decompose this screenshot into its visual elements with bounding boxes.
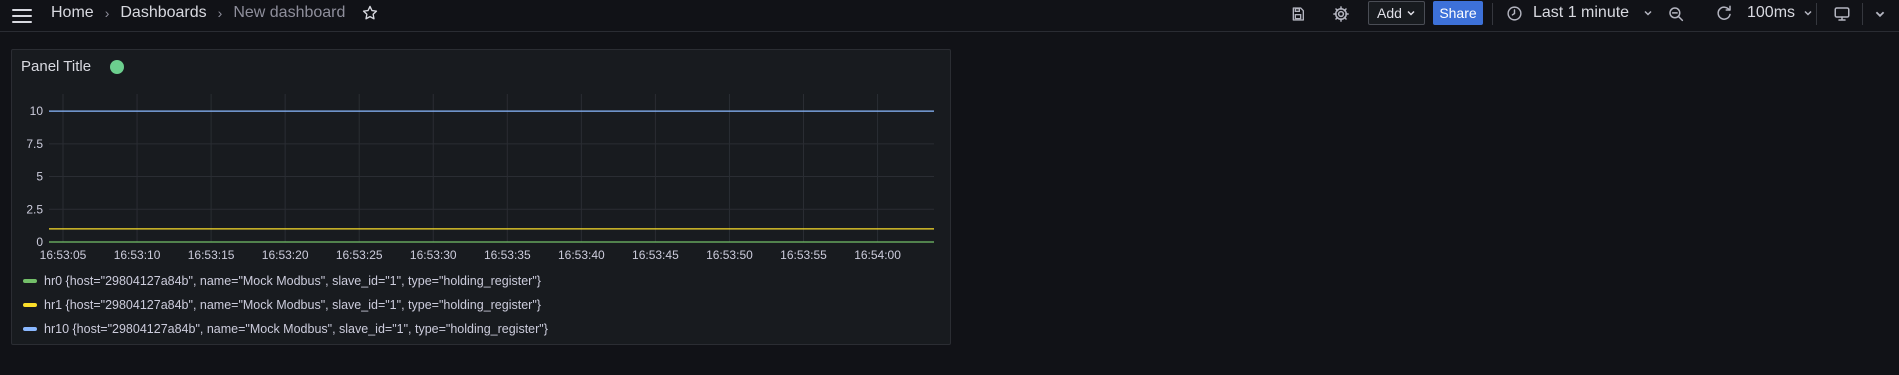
panel-title[interactable]: Panel Title	[21, 58, 91, 75]
chevron-right-icon: ›	[104, 5, 110, 21]
share-button[interactable]: Share	[1433, 1, 1483, 25]
chevron-down-icon	[1407, 10, 1415, 16]
legend-item[interactable]: hr1 {host="29804127a84b", name="Mock Mod…	[23, 293, 548, 317]
x-tick-label: 16:53:20	[262, 248, 309, 262]
x-tick-label: 16:53:50	[706, 248, 753, 262]
panel-status-indicator	[110, 60, 124, 74]
tv-mode-icon[interactable]	[1832, 4, 1852, 24]
chevron-down-icon[interactable]	[1870, 4, 1890, 24]
x-tick-label: 16:53:05	[40, 248, 87, 262]
zoom-out-icon[interactable]	[1666, 4, 1686, 24]
chevron-down-icon	[1804, 10, 1812, 16]
legend-swatch	[23, 327, 37, 331]
menu-icon[interactable]	[12, 6, 34, 26]
refresh-interval-label: 100ms	[1747, 4, 1796, 21]
save-icon[interactable]	[1288, 4, 1308, 24]
x-tick-label: 16:53:10	[114, 248, 161, 262]
add-button[interactable]: Add	[1368, 1, 1425, 25]
y-tick-label: 5	[36, 170, 43, 184]
time-series-chart[interactable]: 16:53:05 16:53:10 16:53:15 16:53:20 16:53:25…	[12, 90, 950, 268]
y-tick-label: 0	[36, 235, 43, 249]
x-tick-label: 16:53:35	[484, 248, 531, 262]
x-tick-label: 16:53:25	[336, 248, 383, 262]
chart-legend: hr0 {host="29804127a84b", name="Mock Mod…	[23, 269, 548, 341]
breadcrumb-home[interactable]: Home	[51, 4, 94, 22]
x-tick-label: 16:53:15	[188, 248, 235, 262]
refresh-icon	[1717, 5, 1731, 20]
chevron-down-icon	[1644, 10, 1652, 16]
x-tick-label: 16:54:00	[854, 248, 901, 262]
clock-icon	[1507, 5, 1522, 21]
top-navbar: Home › Dashboards › New dashboard Add Sh…	[0, 0, 1899, 32]
time-range-picker[interactable]: Last 1 minute	[1506, 0, 1653, 26]
x-tick-label: 16:53:45	[632, 248, 679, 262]
legend-swatch	[23, 279, 37, 283]
legend-label: hr1 {host="29804127a84b", name="Mock Mod…	[44, 298, 541, 312]
graph-panel[interactable]: Panel Title 16:53:05 16:53:10 16:53:15 16:5…	[11, 49, 951, 345]
x-tick-label: 16:53:30	[410, 248, 457, 262]
x-tick-label: 16:53:55	[780, 248, 827, 262]
divider	[1862, 3, 1863, 25]
add-button-label: Add	[1377, 5, 1402, 21]
legend-label: hr10 {host="29804127a84b", name="Mock Mo…	[44, 322, 548, 336]
gear-icon[interactable]	[1331, 4, 1351, 24]
chevron-right-icon: ›	[217, 5, 223, 21]
star-icon[interactable]	[361, 4, 379, 22]
breadcrumb-dashboards[interactable]: Dashboards	[120, 4, 206, 22]
breadcrumb: Home › Dashboards › New dashboard	[51, 0, 379, 26]
legend-swatch	[23, 303, 37, 307]
divider	[1816, 3, 1817, 25]
y-tick-label: 2.5	[26, 202, 43, 216]
legend-item[interactable]: hr10 {host="29804127a84b", name="Mock Mo…	[23, 317, 548, 341]
breadcrumb-current: New dashboard	[233, 4, 346, 21]
legend-item[interactable]: hr0 {host="29804127a84b", name="Mock Mod…	[23, 269, 548, 293]
y-tick-label: 7.5	[26, 137, 43, 151]
refresh-picker[interactable]: 100ms	[1717, 0, 1813, 26]
time-range-label: Last 1 minute	[1533, 4, 1630, 21]
legend-label: hr0 {host="29804127a84b", name="Mock Mod…	[44, 274, 541, 288]
y-tick-label: 10	[30, 104, 44, 118]
divider	[1492, 3, 1493, 25]
x-tick-label: 16:53:40	[558, 248, 605, 262]
